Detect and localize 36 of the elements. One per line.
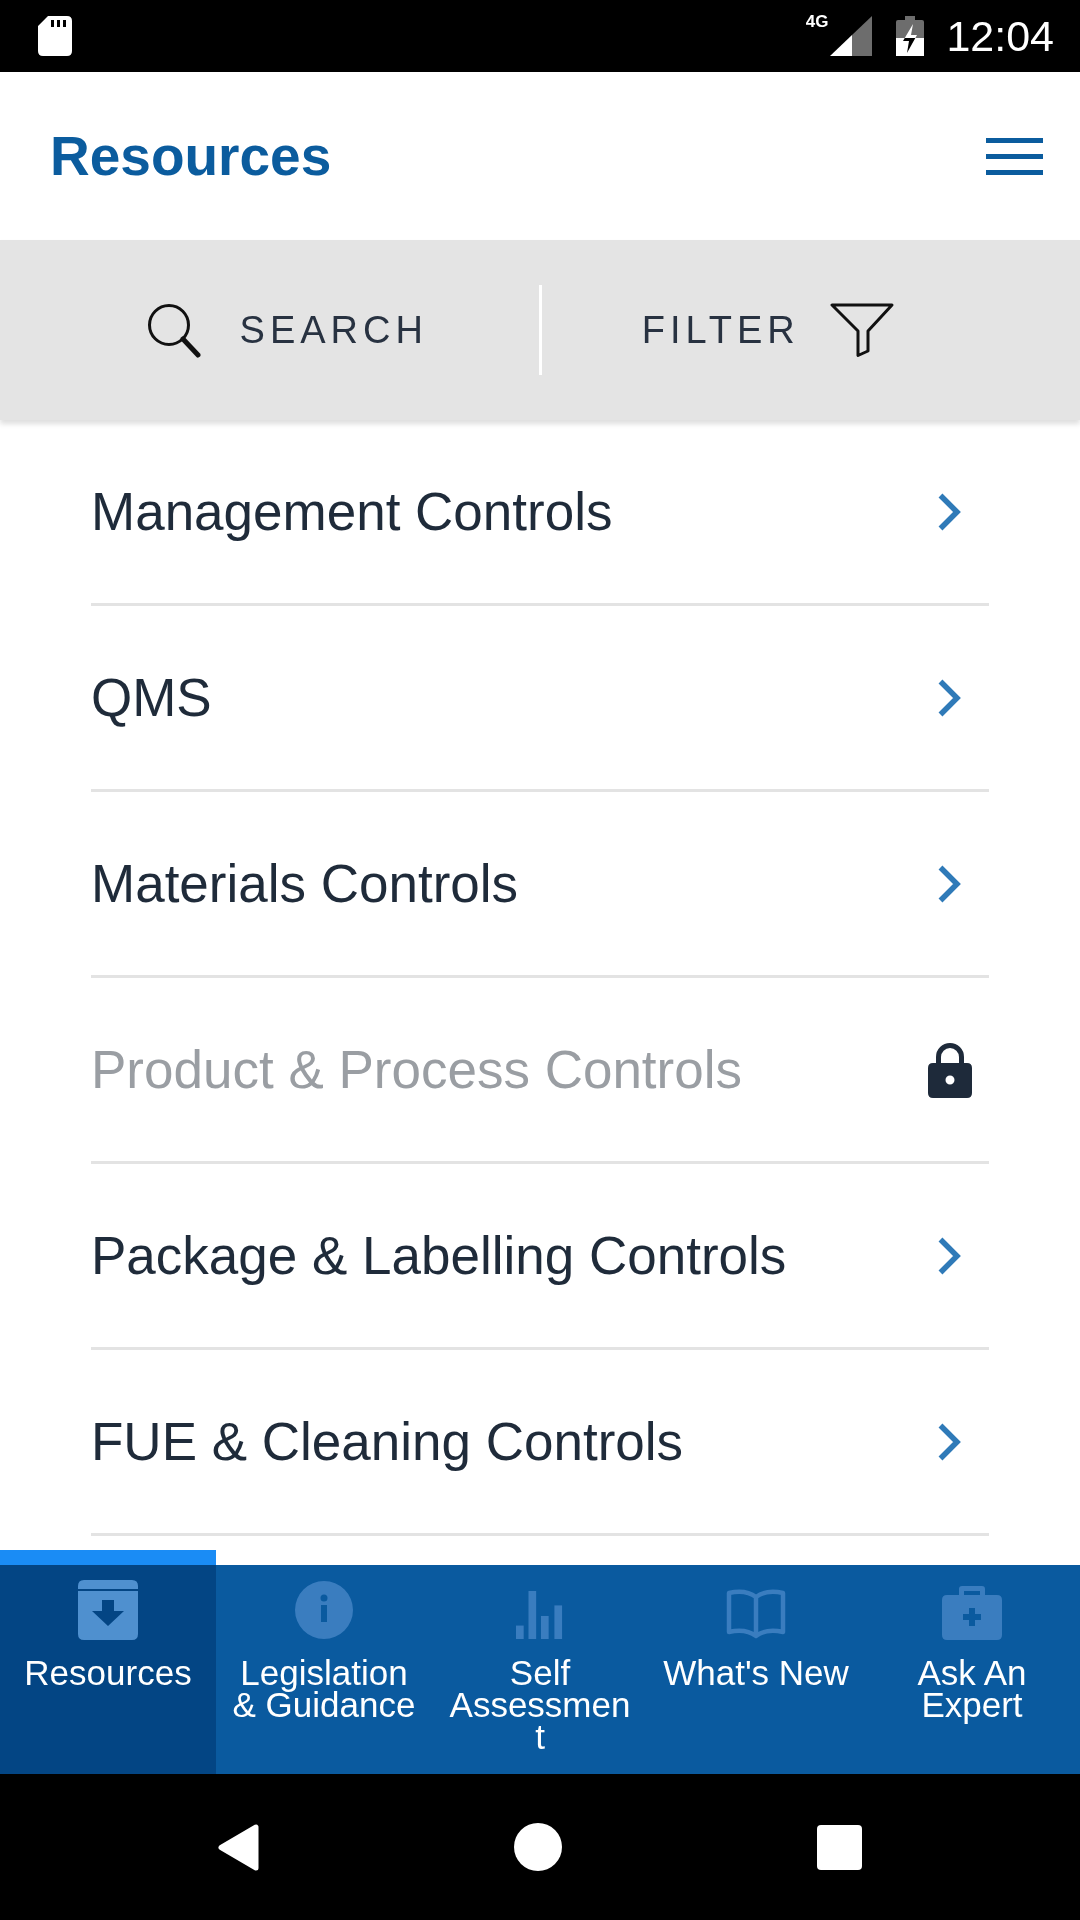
list-item[interactable]: Management Controls [91,420,989,606]
nav-tab[interactable]: Self Assessment [432,1565,648,1774]
search-button[interactable]: SEARCH [146,302,428,358]
chevron-right-icon [937,677,961,718]
sd-card-icon [38,16,72,56]
info-icon [294,1580,354,1640]
menu-icon [986,137,1043,175]
home-icon[interactable] [514,1823,562,1871]
medical-kit-icon [942,1586,1002,1640]
nav-tab[interactable]: Legislation & Guidance [216,1565,432,1774]
chevron-right-icon [937,1235,961,1276]
back-icon[interactable] [218,1823,259,1871]
list-item[interactable]: Materials Controls [91,792,989,978]
chevron-right-icon [937,491,961,532]
filter-button[interactable]: FILTER [641,302,894,358]
list-item[interactable]: Package & Labelling Controls [91,1164,989,1350]
nav-tab[interactable]: What's New [648,1565,864,1774]
book-icon [726,1588,786,1640]
recents-icon[interactable] [817,1824,862,1870]
bar-chart-icon [516,1590,564,1640]
filter-icon [829,303,894,357]
signal-icon [830,16,873,56]
chevron-right-icon [937,1421,961,1462]
clock-time: 12:04 [946,11,1054,61]
network-type: 4G [805,12,829,32]
chevron-right-icon [937,863,961,904]
list-item[interactable]: FUE & Cleaning Controls [91,1350,989,1536]
search-icon [146,302,201,358]
menu-button[interactable] [986,137,1043,175]
list-item[interactable]: QMS [91,606,989,792]
page-title: Resources [50,124,332,188]
inbox-download-icon [78,1580,138,1640]
lock-icon [928,1041,972,1098]
battery-charging-icon [896,16,925,56]
nav-tab[interactable]: Ask An Expert [864,1565,1080,1774]
nav-tab[interactable]: Resources [0,1550,216,1774]
